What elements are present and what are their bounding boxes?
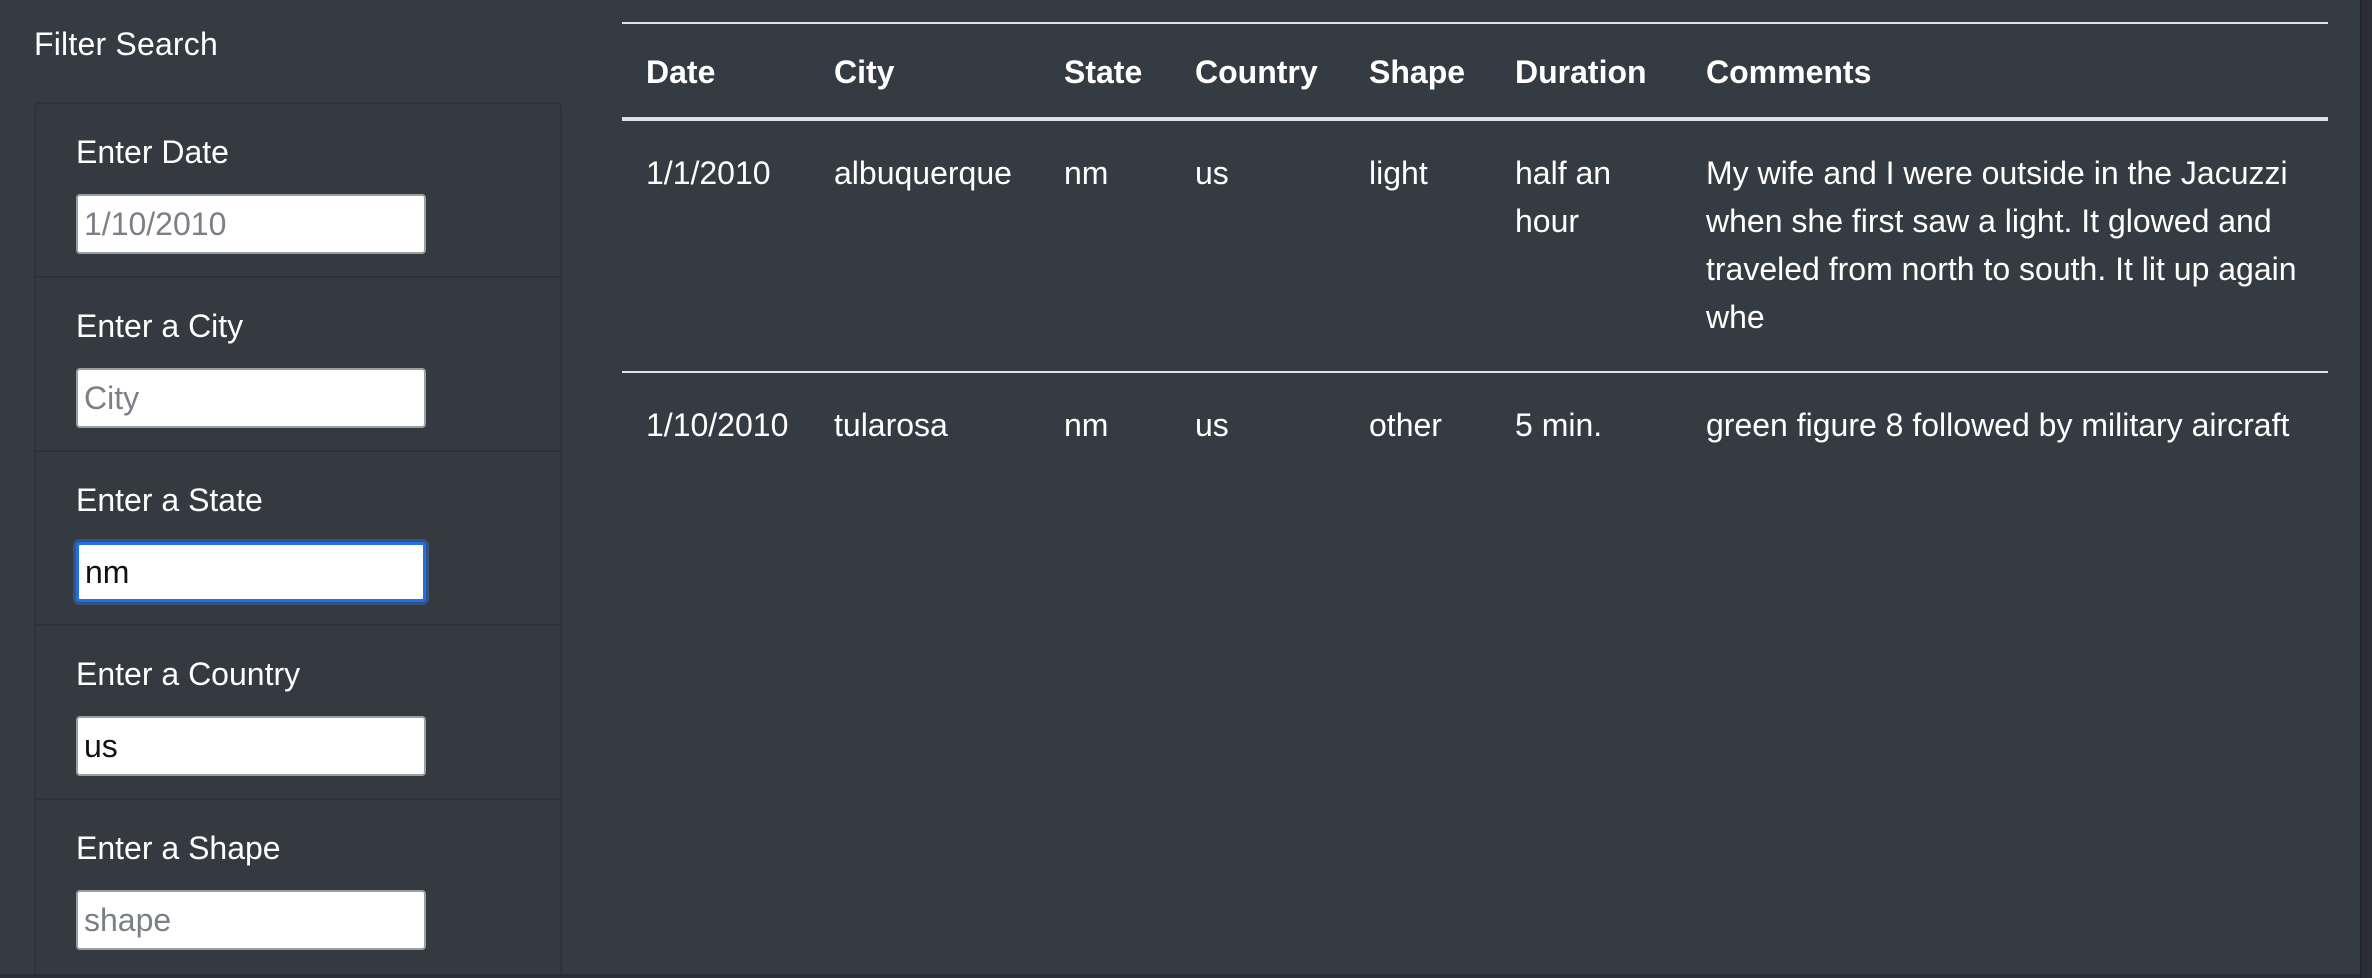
filter-list: Enter Date Enter a City Enter a State En… (34, 102, 562, 978)
column-header-state: State (1064, 54, 1143, 90)
cell-date: 1/1/2010 (646, 155, 771, 191)
table-header: Date City State Country Shape Duration C… (622, 23, 2328, 119)
cell-date: 1/10/2010 (646, 407, 789, 443)
table-header-row: Date City State Country Shape Duration C… (622, 23, 2328, 119)
ufo-table: Date City State Country Shape Duration C… (622, 22, 2328, 479)
city-input[interactable] (76, 368, 426, 428)
cell-city: albuquerque (834, 155, 1012, 191)
country-input[interactable] (76, 716, 426, 776)
shape-label: Enter a Shape (76, 830, 281, 866)
results-table-container: Date City State Country Shape Duration C… (622, 22, 2328, 479)
state-input[interactable] (76, 542, 426, 602)
filter-item-country: Enter a Country (36, 626, 560, 800)
cell-duration: 5 min. (1515, 407, 1603, 443)
table-body: 1/1/2010 albuquerque nm us light half an… (622, 119, 2328, 479)
table-row: 1/10/2010 tularosa nm us other 5 min. gr… (622, 372, 2328, 479)
cell-state: nm (1064, 155, 1109, 191)
cell-duration: half an hour (1515, 155, 1612, 239)
filter-item-state: Enter a State (36, 452, 560, 626)
date-label: Enter Date (76, 134, 229, 170)
country-label: Enter a Country (76, 656, 301, 692)
window-edge (2360, 0, 2372, 978)
date-input[interactable] (76, 194, 426, 254)
cell-comments: My wife and I were outside in the Jacuzz… (1706, 155, 2297, 335)
column-header-shape: Shape (1369, 54, 1466, 90)
filter-item-city: Enter a City (36, 278, 560, 452)
cell-comments: green figure 8 followed by military airc… (1706, 407, 2290, 443)
table-row: 1/1/2010 albuquerque nm us light half an… (622, 119, 2328, 372)
cell-city: tularosa (834, 407, 948, 443)
cell-shape: light (1369, 155, 1428, 191)
column-header-comments: Comments (1706, 54, 1872, 90)
column-header-date: Date (646, 54, 716, 90)
state-label: Enter a State (76, 482, 263, 518)
filter-search-title: Filter Search (34, 26, 218, 62)
city-label: Enter a City (76, 308, 244, 344)
filter-item-shape: Enter a Shape (36, 800, 560, 974)
window-bottom-edge (0, 974, 2360, 978)
cell-country: us (1195, 407, 1229, 443)
cell-country: us (1195, 155, 1229, 191)
cell-state: nm (1064, 407, 1109, 443)
page: Filter Search Enter Date Enter a City En… (0, 0, 2372, 978)
shape-input[interactable] (76, 890, 426, 950)
filter-item-date: Enter Date (36, 104, 560, 278)
column-header-duration: Duration (1515, 54, 1647, 90)
column-header-city: City (834, 54, 895, 90)
column-header-country: Country (1195, 54, 1318, 90)
cell-shape: other (1369, 407, 1442, 443)
